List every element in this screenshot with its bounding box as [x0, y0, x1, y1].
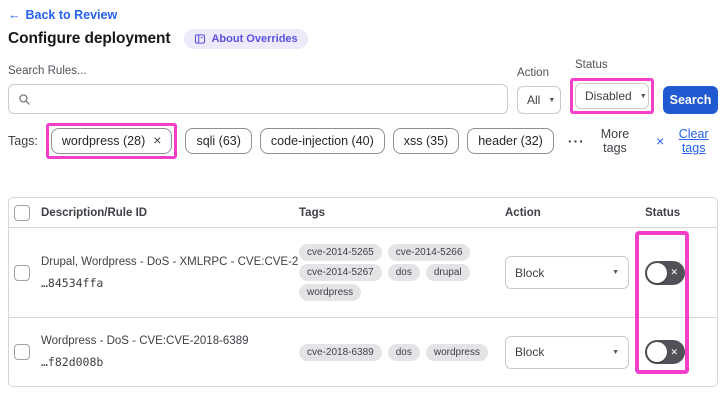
- more-tags-button[interactable]: ··· More tags: [568, 127, 638, 155]
- remove-tag-icon[interactable]: ×: [153, 135, 161, 146]
- row-checkbox[interactable]: [14, 344, 30, 360]
- toggle-off-x-icon: ✕: [670, 348, 678, 357]
- search-button[interactable]: Search: [663, 86, 718, 114]
- rule-tag: cve-2018-6389: [299, 344, 382, 361]
- rule-tag: cve-2014-5267: [299, 264, 382, 281]
- rule-tag: wordpress: [299, 284, 361, 301]
- rule-tags: cve-2018-6389 dos wordpress: [299, 341, 499, 364]
- clear-tags-button[interactable]: × Clear tags: [656, 127, 718, 155]
- rule-description: Wordpress - DoS - CVE:CVE-2018-6389: [41, 335, 299, 347]
- tag-filter-sqli[interactable]: sqli (63): [185, 128, 251, 154]
- tag-filter-code-injection[interactable]: code-injection (40): [260, 128, 385, 154]
- tag-filter-xss[interactable]: xss (35): [393, 128, 459, 154]
- rule-id: …f82d008b: [41, 355, 299, 369]
- action-filter-label: Action: [517, 67, 561, 79]
- chevron-down-icon: ▼: [548, 97, 555, 104]
- rule-action-value: Block: [515, 266, 544, 280]
- tags-label: Tags:: [8, 134, 38, 148]
- rule-action-dropdown[interactable]: Block ▼: [505, 336, 629, 369]
- clear-tags-label: Clear tags: [669, 127, 718, 155]
- search-input-wrapper: [8, 84, 508, 114]
- rule-tag: drupal: [426, 264, 470, 281]
- rule-status-toggle[interactable]: ✕: [645, 261, 685, 285]
- back-link-label: Back to Review: [26, 8, 118, 22]
- chevron-down-icon: ▼: [640, 93, 647, 100]
- search-rules-input[interactable]: [38, 92, 498, 106]
- column-header-action: Action: [499, 207, 639, 219]
- selected-tag-highlight-box: wordpress (28) ×: [46, 123, 178, 159]
- tags-filter-bar: Tags: wordpress (28) × sqli (63) code-in…: [8, 122, 718, 160]
- rule-action-value: Block: [515, 345, 544, 359]
- rule-tag: dos: [388, 344, 420, 361]
- rule-action-dropdown[interactable]: Block ▼: [505, 256, 629, 289]
- row-checkbox[interactable]: [14, 265, 30, 281]
- select-all-checkbox[interactable]: [14, 205, 30, 221]
- action-filter-dropdown[interactable]: All ▼: [517, 86, 561, 114]
- rule-tag: wordpress: [426, 344, 488, 361]
- configure-deployment-page: ← Back to Review Configure deployment Ab…: [0, 0, 725, 406]
- search-rules-label: Search Rules...: [8, 65, 508, 77]
- more-tags-label: More tags: [592, 127, 638, 155]
- toggle-knob: [647, 342, 667, 362]
- column-header-description: Description/Rule ID: [41, 207, 299, 219]
- tag-filter-wordpress[interactable]: wordpress (28) ×: [51, 128, 173, 154]
- table-row: Wordpress - DoS - CVE:CVE-2018-6389 …f82…: [9, 318, 717, 386]
- clear-icon: ×: [656, 133, 664, 149]
- status-filter-highlight-box: Disabled ▼: [570, 78, 654, 114]
- rule-status-toggle[interactable]: ✕: [645, 340, 685, 364]
- rules-table: Description/Rule ID Tags Action Status D…: [8, 197, 718, 387]
- table-row: Drupal, Wordpress - DoS - XMLRPC - CVE:C…: [9, 228, 717, 318]
- rule-tag: dos: [388, 264, 420, 281]
- search-icon: [18, 93, 31, 106]
- chevron-down-icon: ▼: [612, 269, 619, 276]
- filter-bar: Search Rules... Action All ▼ Status Disa…: [8, 59, 718, 114]
- chevron-down-icon: ▼: [612, 349, 619, 356]
- about-overrides-badge[interactable]: About Overrides: [184, 29, 307, 49]
- table-header-row: Description/Rule ID Tags Action Status: [9, 198, 717, 228]
- rule-tag: cve-2014-5266: [388, 244, 471, 261]
- status-filter-dropdown[interactable]: Disabled ▼: [575, 83, 649, 109]
- book-icon: [194, 33, 206, 45]
- back-arrow-icon: ←: [8, 8, 21, 22]
- rule-id: …84534ffa: [41, 276, 299, 290]
- page-title: Configure deployment: [8, 30, 170, 48]
- status-filter-value: Disabled: [585, 89, 632, 103]
- column-header-status: Status: [639, 207, 717, 219]
- tag-filter-header[interactable]: header (32): [467, 128, 554, 154]
- column-header-tags: Tags: [299, 207, 499, 219]
- title-row: Configure deployment About Overrides: [8, 29, 718, 49]
- toggle-off-x-icon: ✕: [670, 268, 678, 277]
- about-overrides-label: About Overrides: [211, 33, 297, 45]
- rule-tag: cve-2014-5265: [299, 244, 382, 261]
- status-filter-label: Status: [575, 59, 654, 71]
- toggle-knob: [647, 263, 667, 283]
- back-to-review-link[interactable]: ← Back to Review: [8, 8, 117, 22]
- rule-description: Drupal, Wordpress - DoS - XMLRPC - CVE:C…: [41, 256, 299, 268]
- action-filter-value: All: [527, 93, 540, 107]
- tag-filter-label: wordpress (28): [62, 134, 145, 148]
- rule-tags: cve-2014-5265 cve-2014-5266 cve-2014-526…: [299, 241, 499, 304]
- ellipsis-icon: ···: [568, 133, 585, 149]
